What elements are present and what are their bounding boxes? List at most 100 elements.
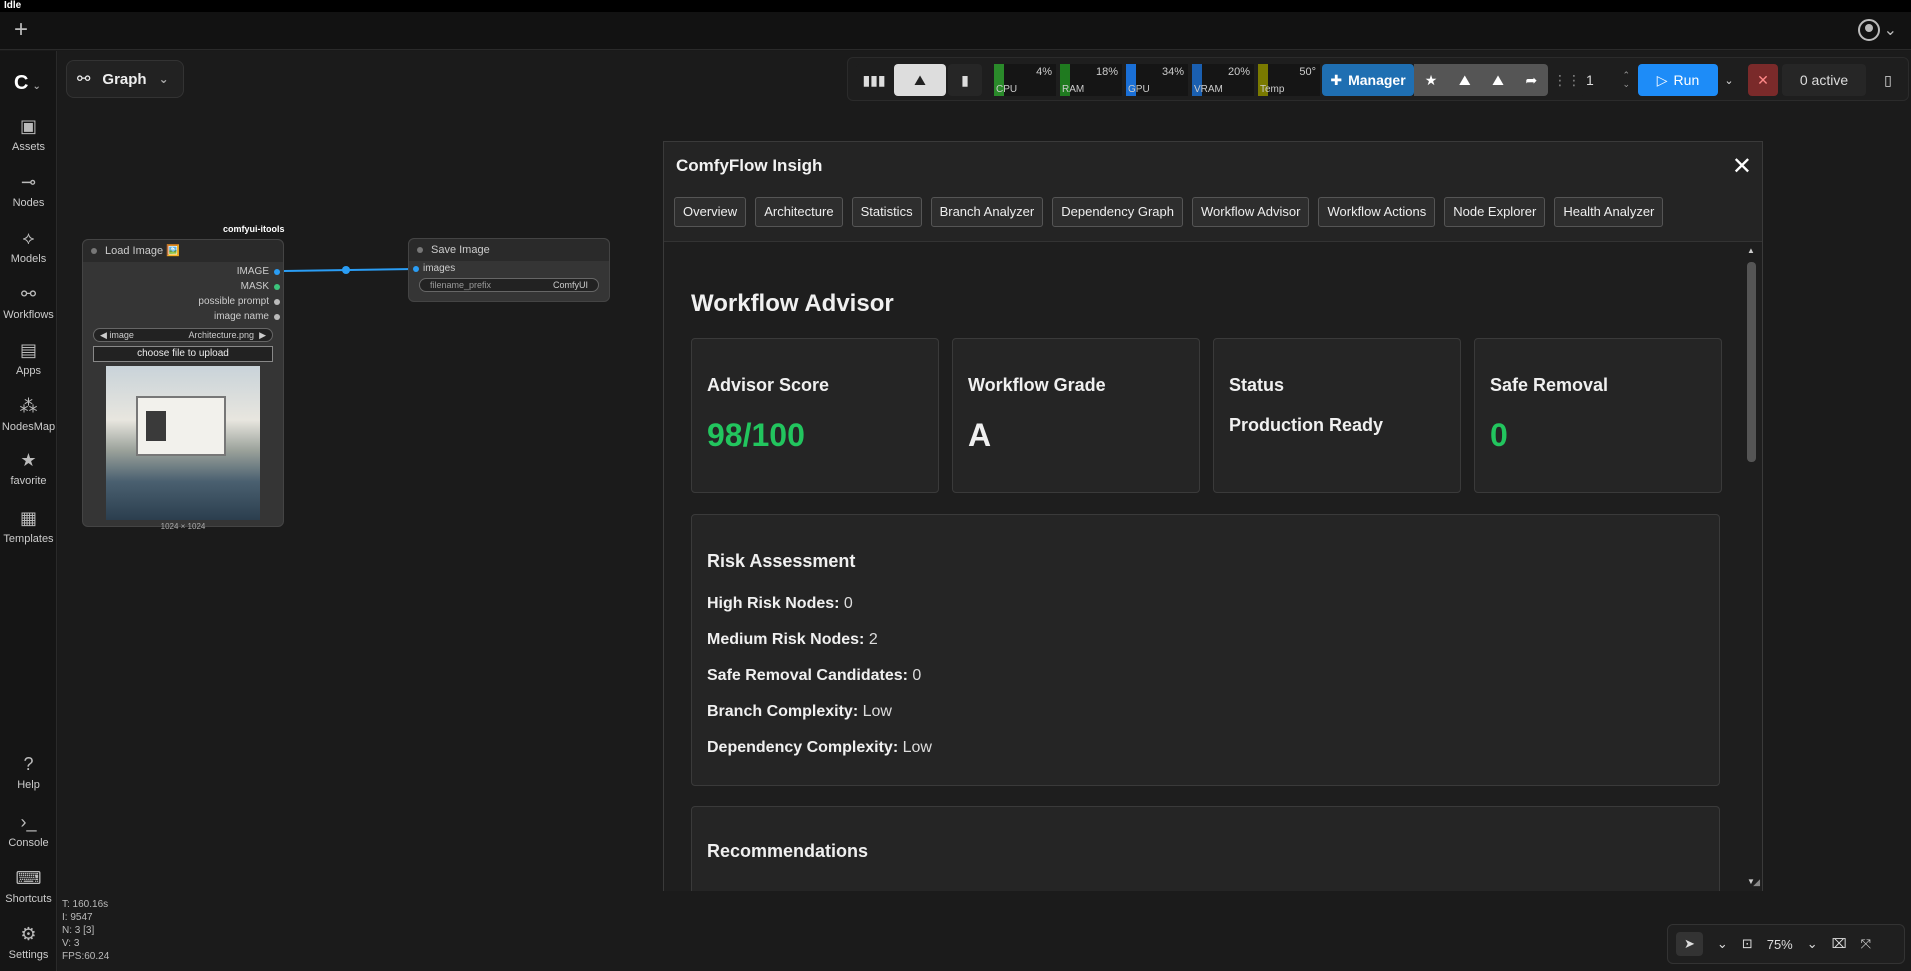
- queue-panel-button[interactable]: ▮▮▮: [856, 64, 892, 96]
- chevron-down-icon: ⌄: [158, 72, 169, 86]
- card-status: Status Production Ready: [1213, 338, 1461, 493]
- status-text: Idle: [4, 0, 22, 11]
- sidebar-item-templates[interactable]: ▦ Templates: [0, 507, 57, 545]
- stepper-arrows-icon[interactable]: ⌃ ⌄: [1622, 71, 1630, 89]
- card-value: 0: [1490, 417, 1508, 453]
- star-icon[interactable]: ★: [1425, 72, 1438, 89]
- sidebar-item-console[interactable]: ›_ Console: [0, 811, 57, 849]
- risk-value: Low: [862, 703, 892, 720]
- sidebar-item-label: Workflows: [3, 309, 54, 321]
- comfy-logo-icon: C: [14, 72, 29, 94]
- output-slot[interactable]: possible prompt: [83, 294, 283, 309]
- scroll-up-icon[interactable]: ▲: [1747, 246, 1755, 255]
- sidebar-item-favorite[interactable]: ★ favorite: [0, 449, 57, 487]
- load-image-node[interactable]: Load Image 🖼️ IMAGE MASK possible prompt im…: [82, 239, 284, 531]
- drag-handle-icon[interactable]: ⋮⋮: [1553, 64, 1581, 96]
- sidebar-item-nodes[interactable]: ⊸ Nodes: [0, 171, 57, 209]
- save-image-node[interactable]: Save Image images filename_prefix ComfyU…: [408, 238, 610, 302]
- sidebar-item-help[interactable]: ? Help: [0, 753, 57, 791]
- node-title[interactable]: Load Image 🖼️: [83, 240, 283, 262]
- tab-statistics[interactable]: Statistics: [851, 197, 922, 227]
- sidebar-item-nodesmap[interactable]: ⁂ NodesMap: [0, 395, 57, 433]
- minimap-icon[interactable]: ⌧: [1832, 936, 1847, 952]
- risk-row: Branch Complexity: Low: [707, 703, 892, 721]
- mountain-icon[interactable]: ⛰: [1459, 72, 1471, 89]
- graph-menu-button[interactable]: ⚯ Graph ⌄: [66, 60, 184, 98]
- workflows-icon: ⚯: [20, 284, 37, 304]
- resize-handle-icon[interactable]: ◢: [1753, 877, 1760, 888]
- mountain-alt-icon[interactable]: ⛰: [1492, 72, 1504, 89]
- nodesmap-icon: ⁂: [19, 396, 38, 416]
- output-slot[interactable]: MASK: [83, 279, 283, 294]
- tab-workflow-actions[interactable]: Workflow Actions: [1318, 197, 1436, 227]
- run-options-chevron[interactable]: ⌄: [1720, 64, 1738, 96]
- sidebar-item-shortcuts[interactable]: ⌨ Shortcuts: [0, 867, 57, 905]
- output-slot[interactable]: image name: [83, 309, 283, 324]
- sidebar-item-apps[interactable]: ▤ Apps: [0, 339, 57, 377]
- bookmark-button[interactable]: ▮: [948, 64, 982, 96]
- risk-row: Dependency Complexity: Low: [707, 739, 932, 757]
- output-dot-icon: [274, 299, 280, 305]
- upload-button[interactable]: choose file to upload: [93, 346, 273, 362]
- widget-left-arrow[interactable]: ◀ image: [100, 330, 134, 341]
- image-selector-widget[interactable]: ◀ image Architecture.png ▶: [93, 328, 273, 342]
- tab-branch-analyzer[interactable]: Branch Analyzer: [930, 197, 1044, 227]
- graph-menu-label: Graph: [102, 70, 147, 88]
- widget-value: Architecture.png ▶: [188, 329, 266, 340]
- crystools-button[interactable]: ⛰: [894, 64, 946, 96]
- risk-row: Medium Risk Nodes: 2: [707, 631, 878, 649]
- puzzle-icon: ✚: [1330, 71, 1343, 88]
- tab-architecture[interactable]: Architecture: [755, 197, 843, 227]
- input-slot[interactable]: images: [409, 261, 609, 276]
- meter-label: GPU: [1128, 84, 1150, 95]
- sidebar-item-models[interactable]: ⟡ Models: [0, 227, 57, 265]
- sidebar-item-workflows[interactable]: ⚯ Workflows: [0, 283, 57, 321]
- sidebar-item-label: Apps: [15, 365, 42, 377]
- app-logo-menu[interactable]: C ⌄: [14, 72, 41, 95]
- tab-node-explorer[interactable]: Node Explorer: [1444, 197, 1546, 227]
- chevron-down-icon[interactable]: ⌄: [1807, 936, 1818, 952]
- node-link[interactable]: [284, 262, 414, 282]
- share-icon[interactable]: ➦: [1525, 72, 1537, 89]
- card-value: A: [968, 417, 992, 453]
- sidebar-item-label: Templates: [3, 533, 54, 545]
- active-queue-button[interactable]: 0 active: [1782, 64, 1866, 96]
- meter-ram: 18% RAM: [1060, 64, 1122, 96]
- sidebar-item-label: Models: [10, 253, 47, 265]
- modal-content[interactable]: Workflow Advisor Advisor Score 98/100 Work…: [664, 241, 1762, 891]
- link-visibility-icon[interactable]: ⤧: [1861, 936, 1871, 952]
- output-slot[interactable]: IMAGE: [83, 264, 283, 279]
- toggle-panel-button[interactable]: ▯: [1872, 64, 1904, 96]
- window-titlebar: Idle: [0, 0, 1911, 12]
- node-title[interactable]: Save Image: [409, 239, 609, 261]
- run-label: Run: [1673, 72, 1700, 88]
- scrollbar[interactable]: ▲ ▼: [1746, 246, 1756, 886]
- chevron-down-icon: ⌄: [1883, 22, 1897, 39]
- new-tab-button[interactable]: +: [14, 18, 28, 42]
- chevron-down-icon[interactable]: ⌄: [1717, 936, 1728, 952]
- manager-button[interactable]: ✚ Manager: [1322, 64, 1414, 96]
- fit-view-icon[interactable]: ⊡: [1742, 936, 1753, 952]
- output-dot-icon: [274, 284, 280, 290]
- tab-overview[interactable]: Overview: [674, 197, 747, 227]
- select-tool-icon[interactable]: ➤: [1676, 932, 1703, 956]
- sidebar-item-assets[interactable]: ▣ Assets: [0, 115, 57, 153]
- close-button[interactable]: ✕: [1732, 152, 1752, 181]
- filename-prefix-widget[interactable]: filename_prefix ComfyUI: [419, 278, 599, 292]
- card-title: Advisor Score: [707, 375, 830, 395]
- tab-health-analyzer[interactable]: Health Analyzer: [1554, 197, 1664, 227]
- meter-gpu: 34% GPU: [1126, 64, 1188, 96]
- stat-line: N: 3 [3]: [62, 925, 95, 936]
- tab-dependency-graph[interactable]: Dependency Graph: [1052, 197, 1183, 227]
- run-button[interactable]: ▷ Run: [1638, 64, 1718, 96]
- zoom-level[interactable]: 75%: [1767, 937, 1793, 952]
- manager-label: Manager: [1348, 72, 1406, 88]
- queue-count-stepper[interactable]: 1 ⌃ ⌄: [1580, 64, 1636, 96]
- output-dot-icon: [274, 269, 280, 275]
- sidebar-item-settings[interactable]: ⚙ Settings: [0, 923, 57, 961]
- tab-workflow-advisor[interactable]: Workflow Advisor: [1192, 197, 1310, 227]
- user-menu[interactable]: ⌄: [1857, 19, 1897, 41]
- scroll-thumb[interactable]: [1747, 262, 1756, 462]
- card-title: Status: [1229, 375, 1285, 395]
- cancel-button[interactable]: ✕: [1748, 64, 1778, 96]
